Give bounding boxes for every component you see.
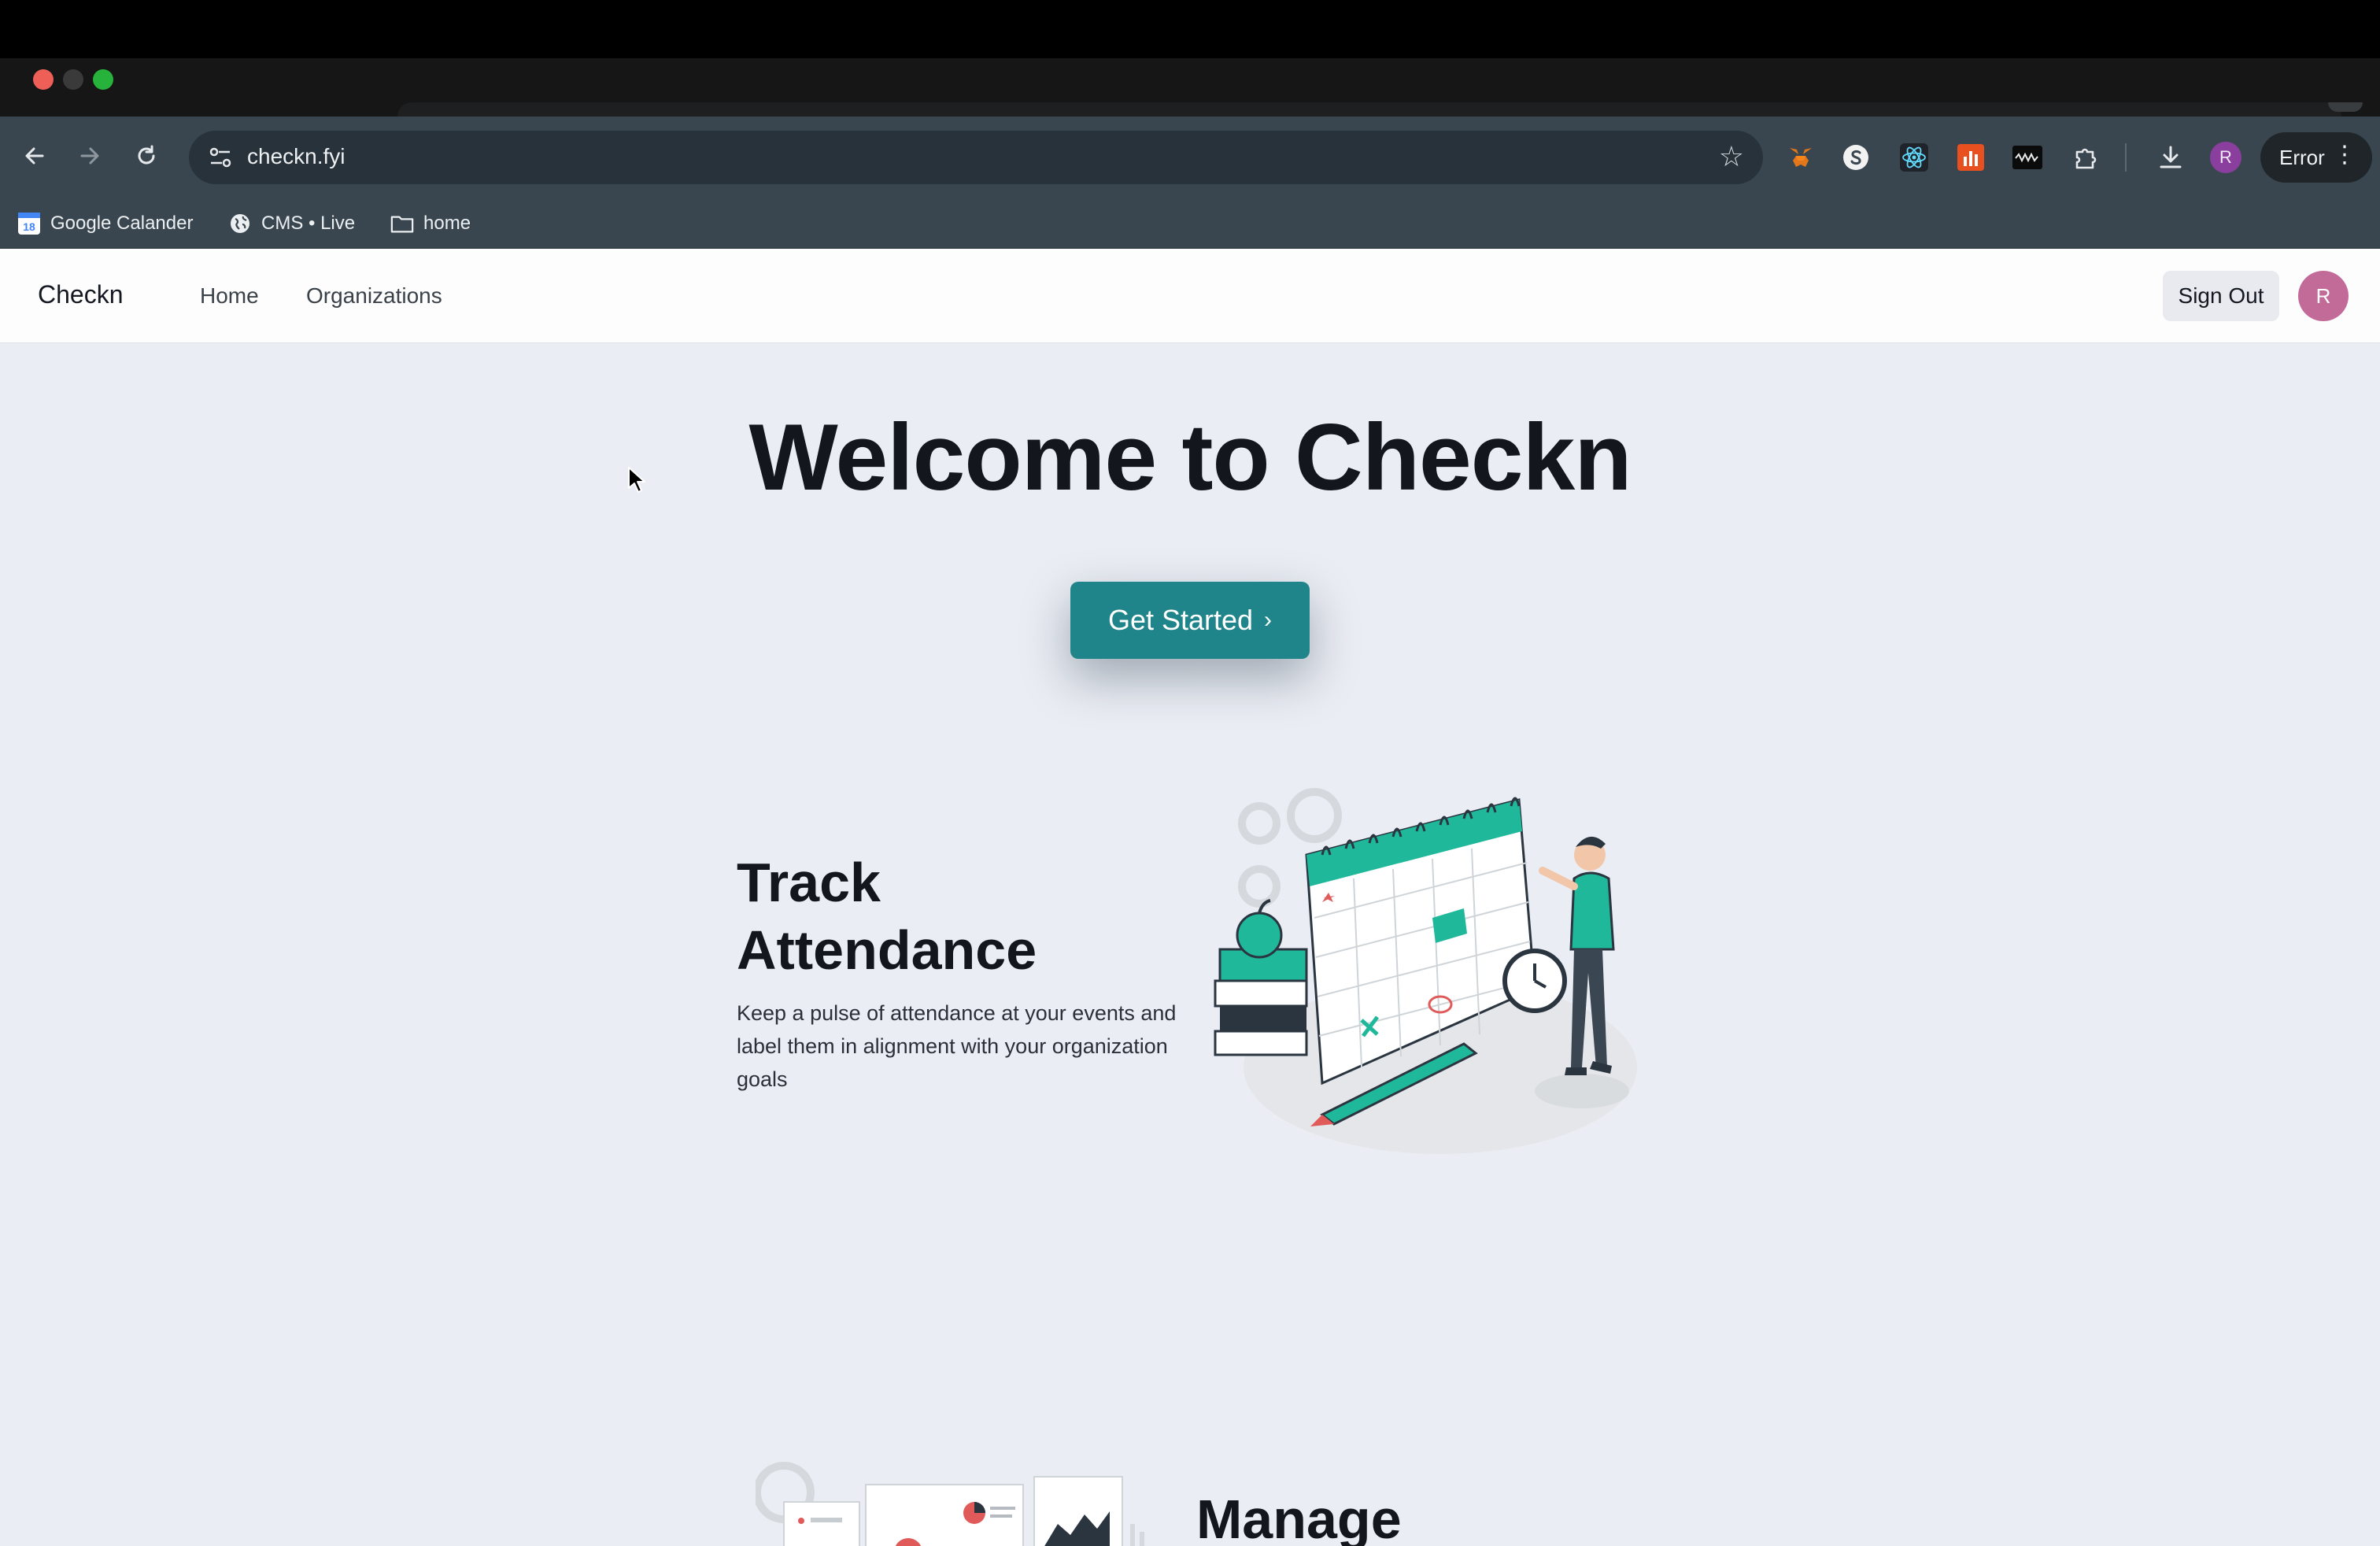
site-settings-icon[interactable] <box>206 143 235 172</box>
dashboard-illustration <box>756 1462 1144 1546</box>
bookmark-label: Google Calander <box>50 213 194 234</box>
menu-bar-area <box>0 0 2380 58</box>
folder-icon <box>390 212 414 235</box>
feature-description: Keep a pulse of attendance at your event… <box>737 1001 1177 1091</box>
window-titlebar <box>0 58 2380 102</box>
browser-profile-avatar[interactable]: R <box>2210 142 2241 173</box>
metamask-extension-icon[interactable] <box>1785 142 1816 173</box>
reload-button[interactable] <box>124 134 168 178</box>
feature-title-manage: Manage <box>1196 1489 1402 1546</box>
address-bar[interactable]: checkn.fyi ☆ <box>189 131 1763 184</box>
calendar-badge-text: 18 <box>23 220 35 233</box>
sign-out-button[interactable]: Sign Out <box>2163 271 2279 321</box>
feature-title-track-attendance: Track Attendance <box>737 849 1037 984</box>
active-tab-edge[interactable] <box>397 102 2341 117</box>
bookmarks-bar: 18 Google Calander CMS • Live home <box>0 198 2380 249</box>
bookmark-google-calendar[interactable]: 18 Google Calander <box>17 206 193 241</box>
analytics-extension-icon[interactable] <box>1955 142 1986 173</box>
chevron-right-icon: › <box>1264 607 1273 633</box>
browser-toolbar: checkn.fyi ☆ R Error ⋮ <box>0 117 2380 198</box>
feature-title-line: Track <box>737 852 881 913</box>
get-started-label: Get Started <box>1107 604 1254 636</box>
s-extension-icon[interactable] <box>1840 142 1872 173</box>
minimize-window-button[interactable] <box>63 69 83 90</box>
forward-button[interactable] <box>68 134 112 178</box>
bookmark-label: CMS • Live <box>261 213 356 234</box>
screen: checkn.fyi ☆ R Error ⋮ 18 Google Calande… <box>0 0 2380 1546</box>
close-window-button[interactable] <box>33 69 54 90</box>
url-text[interactable]: checkn.fyi <box>247 144 346 169</box>
bookmark-star-icon[interactable]: ☆ <box>1719 140 1744 173</box>
zoom-window-button[interactable] <box>93 69 113 90</box>
tab-strip <box>0 102 2380 117</box>
wave-extension-icon[interactable] <box>2012 142 2043 173</box>
get-started-button[interactable]: Get Started › <box>1070 582 1310 659</box>
calendar-illustration <box>1214 788 1637 1154</box>
error-label: Error <box>2279 145 2325 169</box>
brand-logo-text[interactable]: Checkn <box>38 280 124 309</box>
reload-icon <box>138 145 155 165</box>
feature-title-line: Attendance <box>737 919 1037 981</box>
google-calendar-icon: 18 <box>17 212 41 235</box>
hero-title: Welcome to Checkn <box>748 405 1632 510</box>
bookmark-label: home <box>423 213 471 234</box>
extensions-puzzle-icon[interactable] <box>2070 142 2101 173</box>
nav-link-home[interactable]: Home <box>200 283 259 309</box>
arrow-right-icon <box>80 147 99 165</box>
mouse-cursor-icon <box>628 467 645 493</box>
web-page: Checkn Home Organizations Sign Out R Wel… <box>0 249 2380 1546</box>
toolbar-separator <box>2125 143 2127 172</box>
react-devtools-icon[interactable] <box>1898 142 1930 173</box>
bookmark-folder-home[interactable]: home <box>390 206 471 241</box>
bookmark-cms-live[interactable]: CMS • Live <box>228 206 355 241</box>
site-navbar: Checkn Home Organizations Sign Out R <box>0 249 2380 343</box>
browser-error-menu[interactable]: Error ⋮ <box>2260 132 2372 183</box>
globe-icon <box>228 212 252 235</box>
downloads-icon[interactable] <box>2155 142 2186 173</box>
nav-link-organizations[interactable]: Organizations <box>306 283 442 309</box>
back-button[interactable] <box>13 134 57 178</box>
more-vertical-icon[interactable]: ⋮ <box>2333 143 2356 167</box>
tab-search-button[interactable] <box>2328 102 2363 112</box>
user-avatar[interactable]: R <box>2298 271 2349 321</box>
arrow-left-icon <box>25 147 44 165</box>
